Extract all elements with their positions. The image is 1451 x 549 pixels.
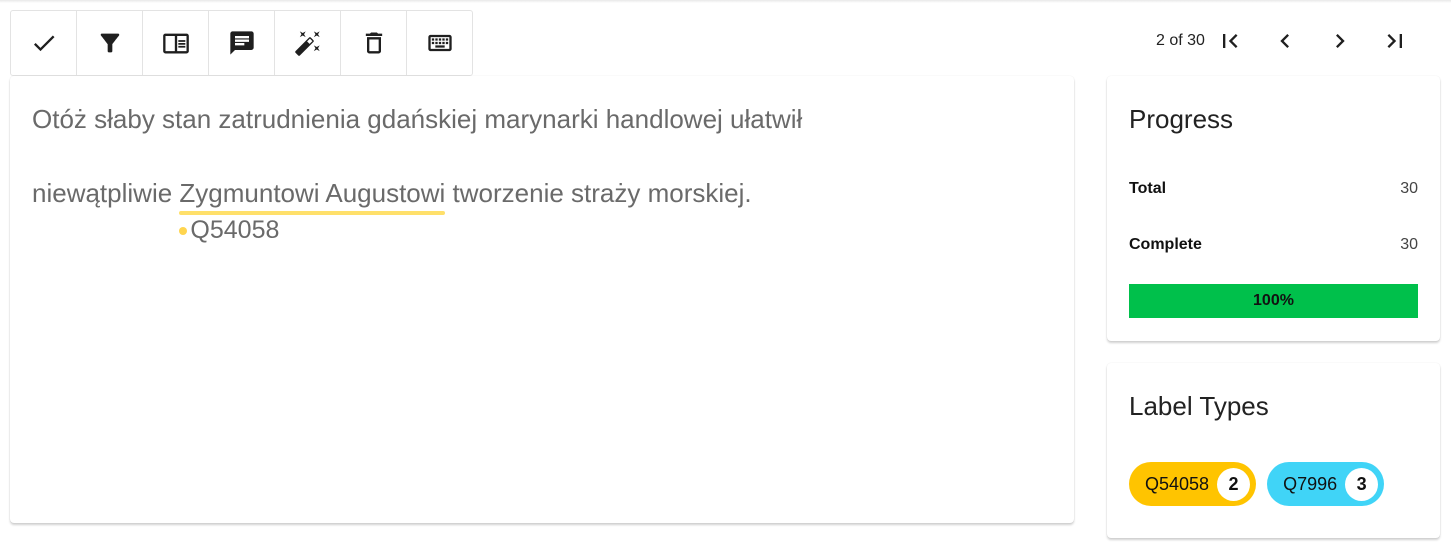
next-page-button[interactable]	[1325, 26, 1355, 56]
label-chip-count: 2	[1217, 467, 1251, 501]
progress-bar: 100%	[1129, 284, 1418, 318]
delete-icon	[365, 32, 382, 54]
label-types-title: Label Types	[1129, 391, 1269, 421]
label-chip-count: 3	[1345, 467, 1379, 501]
auto-label-button[interactable]	[275, 11, 341, 75]
complete-row: Complete 30	[1129, 236, 1418, 254]
prev-page-button[interactable]	[1270, 26, 1300, 56]
magic-wand-icon	[294, 31, 320, 56]
label-chip[interactable]: Q54058 2	[1129, 462, 1257, 506]
progress-title: Progress	[1129, 104, 1234, 134]
text-line: Otóż słaby stan zatrudnienia gdańskiej m…	[32, 104, 803, 134]
keyboard-shortcuts-button[interactable]	[407, 11, 472, 75]
top-divider	[0, 0, 1451, 3]
entity-text: Zygmuntowi Augustowi	[179, 178, 446, 208]
last-page-icon	[1387, 34, 1402, 48]
first-page-icon	[1222, 34, 1238, 48]
page-indicator: 2 of 30	[1156, 32, 1205, 49]
check-icon	[33, 35, 54, 52]
text-segment: tworzenie straży morskiej.	[445, 178, 752, 208]
label-chip-name: Q54058	[1145, 473, 1210, 494]
label-chip-list: Q54058 2 Q7996 3	[1129, 462, 1395, 506]
progress-card: Progress Total 30 Complete 30 100%	[1107, 76, 1440, 341]
progress-percent: 100%	[1253, 292, 1294, 309]
entity-label[interactable]: Q54058	[179, 216, 279, 245]
text-segment: niewątpliwie	[32, 178, 180, 208]
total-label: Total	[1129, 180, 1167, 197]
comment-button[interactable]	[209, 11, 275, 75]
reader-view-button[interactable]	[143, 11, 209, 75]
label-chip[interactable]: Q7996 3	[1267, 462, 1385, 506]
text-line: niewątpliwie Zygmuntowi Augustowi Q54058 …	[32, 178, 752, 244]
last-page-button[interactable]	[1380, 26, 1410, 56]
annotation-panel: Otóż słaby stan zatrudnienia gdańskiej m…	[10, 76, 1074, 523]
entity-span[interactable]: Zygmuntowi Augustowi Q54058	[179, 178, 446, 244]
label-types-card: Label Types Q54058 2 Q7996 3	[1107, 363, 1440, 538]
pagination: 2 of 30	[1156, 26, 1435, 56]
reader-view-icon	[162, 33, 189, 54]
first-page-button[interactable]	[1215, 26, 1245, 56]
delete-button[interactable]	[341, 11, 407, 75]
comment-icon	[229, 31, 254, 55]
prev-page-icon	[1280, 34, 1289, 48]
keyboard-icon	[427, 34, 452, 52]
next-page-icon	[1335, 34, 1345, 48]
total-value: 30	[1400, 180, 1418, 197]
label-color-dot	[179, 226, 188, 235]
total-row: Total 30	[1129, 180, 1418, 198]
label-chip-name: Q7996	[1283, 473, 1338, 494]
mark-done-button[interactable]	[11, 11, 77, 75]
entity-underline	[179, 211, 446, 215]
complete-value: 30	[1400, 236, 1418, 253]
filter-button[interactable]	[77, 11, 143, 75]
filter-icon	[100, 33, 119, 53]
entity-label-text: Q54058	[190, 216, 280, 244]
annotation-toolbar	[10, 10, 473, 76]
complete-label: Complete	[1129, 236, 1202, 253]
